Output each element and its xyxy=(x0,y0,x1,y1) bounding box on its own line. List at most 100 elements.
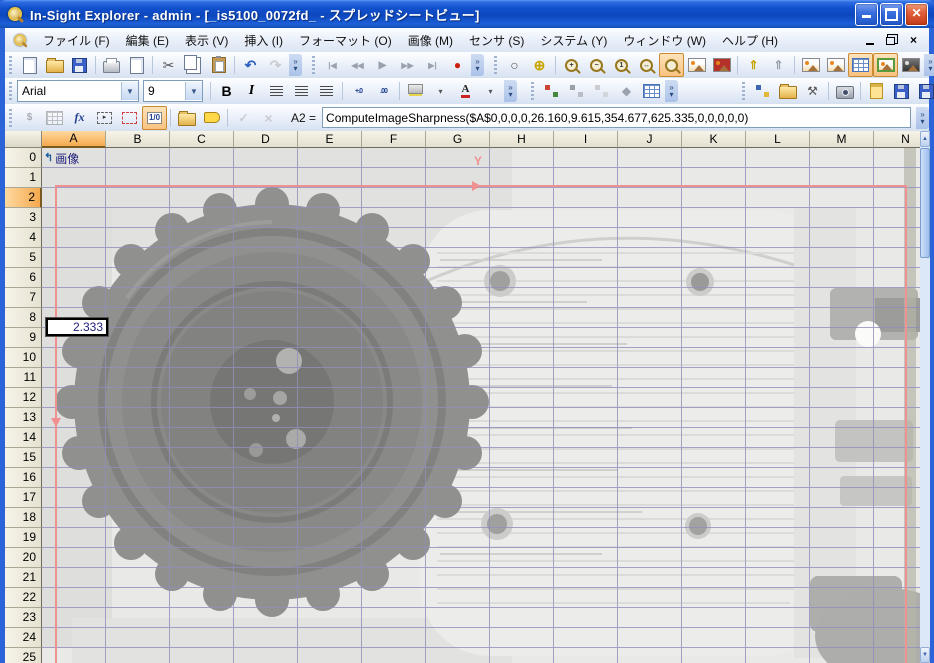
open-sensor-button[interactable] xyxy=(775,79,800,103)
menu-item-view[interactable]: 表示 (V) xyxy=(177,29,236,52)
row-header-21[interactable]: 21 xyxy=(5,568,42,588)
column-header-H[interactable]: H xyxy=(490,131,554,148)
font-size-combo-dropdown-arrow[interactable]: ▼ xyxy=(185,82,202,100)
scrollbar-thumb[interactable] xyxy=(920,148,930,258)
export-cells-button[interactable]: ⇑ xyxy=(766,53,791,77)
row-header-5[interactable]: 5 xyxy=(5,248,42,268)
import-sensor-button[interactable] xyxy=(889,79,914,103)
column-header-L[interactable]: L xyxy=(746,131,810,148)
row-header-12[interactable]: 12 xyxy=(5,388,42,408)
vertical-scrollbar[interactable]: ▲ ▼ xyxy=(920,131,930,663)
select-region-button[interactable]: ▸ xyxy=(92,106,117,130)
toolbar-grip[interactable] xyxy=(311,56,316,74)
toolbar-grip[interactable] xyxy=(8,56,13,74)
paste-button[interactable] xyxy=(206,53,231,77)
new-job-button[interactable] xyxy=(17,53,42,77)
image-full-button[interactable] xyxy=(709,53,734,77)
toolbar-overflow-chevron[interactable]: »▾ xyxy=(471,54,484,76)
toolbar-grip[interactable] xyxy=(8,82,13,100)
row-header-20[interactable]: 20 xyxy=(5,548,42,568)
print-preview-button[interactable] xyxy=(124,53,149,77)
decrease-decimal-button[interactable]: .00 xyxy=(371,79,396,103)
column-header-N[interactable]: N xyxy=(874,131,920,148)
show-overlay-button[interactable] xyxy=(873,53,898,77)
live-video-button[interactable]: ○ xyxy=(502,53,527,77)
scroll-down-button[interactable]: ▼ xyxy=(920,647,930,663)
column-header-D[interactable]: D xyxy=(234,131,298,148)
record-button[interactable]: ● xyxy=(445,53,470,77)
row-header-11[interactable]: 11 xyxy=(5,368,42,388)
undo-button[interactable]: ↶ xyxy=(238,53,263,77)
column-header-B[interactable]: B xyxy=(106,131,170,148)
column-header-E[interactable]: E xyxy=(298,131,362,148)
minimize-button[interactable] xyxy=(855,3,878,26)
font-family-combo-dropdown-arrow[interactable]: ▼ xyxy=(121,82,138,100)
row-header-7[interactable]: 7 xyxy=(5,288,42,308)
toggle-grid-button[interactable] xyxy=(42,106,67,130)
snippet-diamond-button[interactable]: ◆ xyxy=(614,79,639,103)
new-comment-button[interactable] xyxy=(174,106,199,130)
region-right-edge[interactable] xyxy=(905,185,907,663)
print-button[interactable] xyxy=(99,53,124,77)
menu-item-insert[interactable]: 挿入 (I) xyxy=(236,29,291,52)
menu-item-sensor[interactable]: センサ (S) xyxy=(461,29,532,52)
cell-A2-selected[interactable]: 2.333 xyxy=(46,318,108,336)
menu-item-system[interactable]: システム (Y) xyxy=(532,29,615,52)
row-header-6[interactable]: 6 xyxy=(5,268,42,288)
toolbar-grip[interactable] xyxy=(493,56,498,74)
row-header-16[interactable]: 16 xyxy=(5,468,42,488)
cell-tag-button[interactable] xyxy=(199,106,224,130)
row-header-9[interactable]: 9 xyxy=(5,328,42,348)
row-header-10[interactable]: 10 xyxy=(5,348,42,368)
zoom-out-button[interactable]: − xyxy=(584,53,609,77)
row-header-17[interactable]: 17 xyxy=(5,488,42,508)
document-icon[interactable] xyxy=(13,33,27,47)
row-header-1[interactable]: 1 xyxy=(5,168,42,188)
cell-grid[interactable]: Y ↰ 画像 2.333 xyxy=(42,148,920,663)
scroll-up-button[interactable]: ▲ xyxy=(920,131,930,147)
row-header-15[interactable]: 15 xyxy=(5,448,42,468)
trigger-rewind-button[interactable]: ◀◀ xyxy=(345,53,370,77)
network-tree-button[interactable] xyxy=(750,79,775,103)
snippet-import-button[interactable] xyxy=(639,79,664,103)
font-color-button[interactable]: A xyxy=(453,79,478,103)
open-job-button[interactable] xyxy=(42,53,67,77)
export-sensor-button[interactable] xyxy=(914,79,934,103)
column-header-A[interactable]: A xyxy=(42,131,106,148)
row-header-23[interactable]: 23 xyxy=(5,608,42,628)
column-header-F[interactable]: F xyxy=(362,131,426,148)
row-header-22[interactable]: 22 xyxy=(5,588,42,608)
zoom-in-button[interactable]: + xyxy=(559,53,584,77)
menu-item-file[interactable]: ファイル (F) xyxy=(35,29,118,52)
cancel-formula-button[interactable]: × xyxy=(256,106,281,130)
bold-button[interactable]: B xyxy=(214,79,239,103)
row-header-4[interactable]: 4 xyxy=(5,228,42,248)
mdi-restore-button[interactable] xyxy=(884,33,899,48)
region-top-edge[interactable] xyxy=(55,185,907,187)
row-header-25[interactable]: 25 xyxy=(5,648,42,663)
select-all-corner[interactable] xyxy=(5,131,42,148)
redo-button[interactable]: ↷ xyxy=(263,53,288,77)
toolbar-grip[interactable] xyxy=(741,82,746,100)
toolbar-overflow-chevron[interactable]: »▾ xyxy=(665,80,678,102)
row-header-2[interactable]: 2 xyxy=(5,188,42,208)
row-header-3[interactable]: 3 xyxy=(5,208,42,228)
options-button[interactable]: ⚒ xyxy=(800,79,825,103)
toolbar-grip[interactable] xyxy=(8,109,13,127)
column-header-G[interactable]: G xyxy=(426,131,490,148)
mdi-minimize-button[interactable] xyxy=(862,33,877,48)
save-job-button[interactable] xyxy=(67,53,92,77)
confirm-formula-button[interactable]: ✓ xyxy=(231,106,256,130)
row-header-13[interactable]: 13 xyxy=(5,408,42,428)
zoom-fit-button[interactable]: ↔ xyxy=(634,53,659,77)
column-header-M[interactable]: M xyxy=(810,131,874,148)
zoom-1x-button[interactable]: 1 xyxy=(609,53,634,77)
device-log-button[interactable] xyxy=(864,79,889,103)
copy-button[interactable] xyxy=(181,53,206,77)
menu-item-format[interactable]: フォーマット (O) xyxy=(291,29,400,52)
column-header-K[interactable]: K xyxy=(682,131,746,148)
align-center-button[interactable] xyxy=(289,79,314,103)
custom-view-edit-button[interactable] xyxy=(798,53,823,77)
close-button[interactable]: ✕ xyxy=(905,3,928,26)
row-header-24[interactable]: 24 xyxy=(5,628,42,648)
